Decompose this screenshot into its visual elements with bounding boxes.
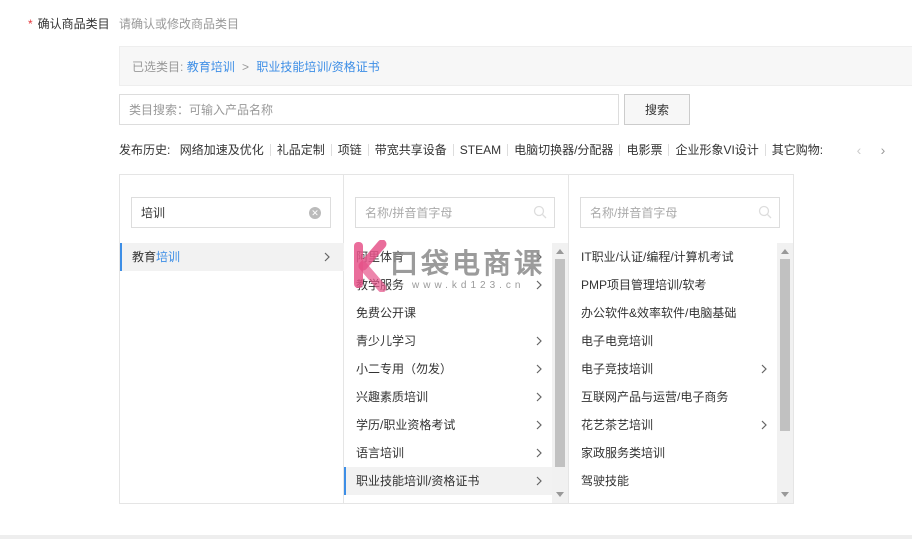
history-prev-icon[interactable]: ‹: [852, 141, 866, 159]
item-label: 花艺茶艺培训: [581, 418, 654, 432]
history-item[interactable]: 礼品定制: [271, 144, 332, 156]
history-item[interactable]: STEAM: [454, 144, 509, 156]
item-label: 驾驶技能: [581, 474, 630, 488]
list-item[interactable]: 小二专用（勿发）: [344, 355, 552, 383]
category-hint: 请确认或修改商品类目: [119, 17, 240, 31]
list-item[interactable]: 职业技能培训/资格证书: [344, 467, 552, 495]
chevron-right-icon: [536, 364, 542, 374]
scroll-thumb[interactable]: [555, 259, 565, 467]
column3-list: IT职业/认证/编程/计算机考试 PMP项目管理培训/软考 办公软件&效率软件/…: [569, 243, 777, 495]
chevron-right-icon: [536, 448, 542, 458]
column3-scrollbar[interactable]: [777, 243, 793, 503]
item-label: 免费公开课: [356, 306, 417, 320]
scroll-up-icon[interactable]: [556, 249, 564, 254]
chevron-right-icon: [536, 420, 542, 430]
column3-search: [580, 197, 780, 228]
list-item[interactable]: 家政服务类培训: [569, 439, 777, 467]
item-label: 学历/职业资格考试: [356, 418, 456, 432]
list-item[interactable]: 学历/职业资格考试: [344, 411, 552, 439]
column2-list: 阿里体育 教学服务 免费公开课 青少儿学习 小二专用（勿发） 兴趣素质培训 学历…: [344, 243, 552, 495]
history-item[interactable]: 网络加速及优化: [174, 144, 271, 156]
item-label: 办公软件&效率软件/电脑基础: [581, 306, 737, 320]
item-label: 教学服务: [356, 278, 405, 292]
column2-search-input[interactable]: [356, 198, 554, 227]
list-item[interactable]: 教育培训: [120, 243, 344, 271]
list-item[interactable]: 驾驶技能: [569, 467, 777, 495]
category-form-label: * 确认商品类目: [28, 15, 110, 32]
selected-path-separator: >: [242, 60, 250, 74]
item-label: 青少儿学习: [356, 334, 417, 348]
list-item[interactable]: IT职业/认证/编程/计算机考试: [569, 243, 777, 271]
history-item[interactable]: 项链: [332, 144, 369, 156]
history-next-icon[interactable]: ›: [876, 141, 890, 159]
history-item[interactable]: 电影票: [620, 144, 670, 156]
item-label: IT职业/认证/编程/计算机考试: [581, 250, 734, 264]
chevron-right-icon: [324, 252, 330, 262]
scroll-thumb[interactable]: [780, 259, 790, 431]
item-label: 小二专用（勿发）: [356, 362, 453, 376]
category-search-input[interactable]: [119, 94, 619, 125]
list-item[interactable]: 青少儿学习: [344, 327, 552, 355]
column1-search: ✕: [131, 197, 331, 228]
chevron-right-icon: [761, 420, 767, 430]
list-item[interactable]: 教学服务: [344, 271, 552, 299]
history-item[interactable]: 电脑切换器/分配器: [508, 144, 621, 156]
history-item[interactable]: 带宽共享设备: [369, 144, 454, 156]
scroll-down-icon[interactable]: [781, 492, 789, 497]
history-label: 发布历史:: [119, 143, 171, 157]
search-icon: [533, 205, 547, 219]
item-label: 语言培训: [356, 446, 405, 460]
item-label: 教育: [132, 250, 157, 264]
chevron-right-icon: [761, 364, 767, 374]
list-item[interactable]: 语言培训: [344, 439, 552, 467]
category-selector: ✕ 教育培训 阿里体育 教学服务 免费公开课 青少儿学习 小二专用（勿发） 兴趣…: [119, 174, 794, 504]
selected-prefix: 已选类目:: [132, 60, 184, 74]
column1-list: 教育培训: [120, 243, 344, 271]
item-label: 电子电竞培训: [581, 334, 654, 348]
chevron-right-icon: [536, 336, 542, 346]
selected-category-bar: 已选类目: 教育培训 > 职业技能培训/资格证书: [119, 46, 912, 86]
history-item[interactable]: 企业形象VI设计: [669, 144, 766, 156]
chevron-right-icon: [536, 280, 542, 290]
selected-path-level2[interactable]: 职业技能培训/资格证书: [256, 60, 379, 74]
bottom-divider: [0, 535, 912, 539]
chevron-right-icon: [536, 476, 542, 486]
list-item[interactable]: PMP项目管理培训/软考: [569, 271, 777, 299]
category-column-3: IT职业/认证/编程/计算机考试 PMP项目管理培训/软考 办公软件&效率软件/…: [569, 175, 793, 503]
list-item[interactable]: 电子电竞培训: [569, 327, 777, 355]
item-label: 家政服务类培训: [581, 446, 666, 460]
column1-search-input[interactable]: [132, 198, 330, 227]
item-label: 电子竞技培训: [581, 362, 654, 376]
list-item[interactable]: 免费公开课: [344, 299, 552, 327]
item-highlight: 培训: [156, 250, 181, 264]
list-item[interactable]: 办公软件&效率软件/电脑基础: [569, 299, 777, 327]
list-item[interactable]: 兴趣素质培训: [344, 383, 552, 411]
scroll-down-icon[interactable]: [556, 492, 564, 497]
clear-icon[interactable]: ✕: [309, 207, 321, 219]
category-column-2: 阿里体育 教学服务 免费公开课 青少儿学习 小二专用（勿发） 兴趣素质培训 学历…: [344, 175, 569, 503]
list-item[interactable]: 花艺茶艺培训: [569, 411, 777, 439]
chevron-right-icon: [536, 392, 542, 402]
list-item[interactable]: 电子竞技培训: [569, 355, 777, 383]
list-item[interactable]: 互联网产品与运营/电子商务: [569, 383, 777, 411]
item-label: 职业技能培训/资格证书: [356, 474, 480, 488]
column3-search-input[interactable]: [581, 198, 779, 227]
item-label: PMP项目管理培训/软考: [581, 278, 707, 292]
publish-history: 发布历史: 网络加速及优化 礼品定制 项链 带宽共享设备 STEAM 电脑切换器/分配器电…: [119, 141, 839, 159]
item-label: 阿里体育: [356, 250, 405, 264]
search-button[interactable]: 搜索: [624, 94, 690, 125]
column2-search: [355, 197, 555, 228]
required-mark: *: [28, 17, 33, 31]
list-item[interactable]: 阿里体育: [344, 243, 552, 271]
history-item[interactable]: 其它购物:: [766, 144, 829, 156]
category-label-text: 确认商品类目: [37, 17, 110, 31]
item-label: 互联网产品与运营/电子商务: [581, 390, 729, 404]
scroll-up-icon[interactable]: [781, 249, 789, 254]
search-icon: [758, 205, 772, 219]
category-column-1: ✕ 教育培训: [120, 175, 344, 503]
selected-path-level1[interactable]: 教育培训: [187, 60, 235, 74]
item-label: 兴趣素质培训: [356, 390, 429, 404]
chevron-right-icon: [536, 252, 542, 262]
column2-scrollbar[interactable]: [552, 243, 568, 503]
